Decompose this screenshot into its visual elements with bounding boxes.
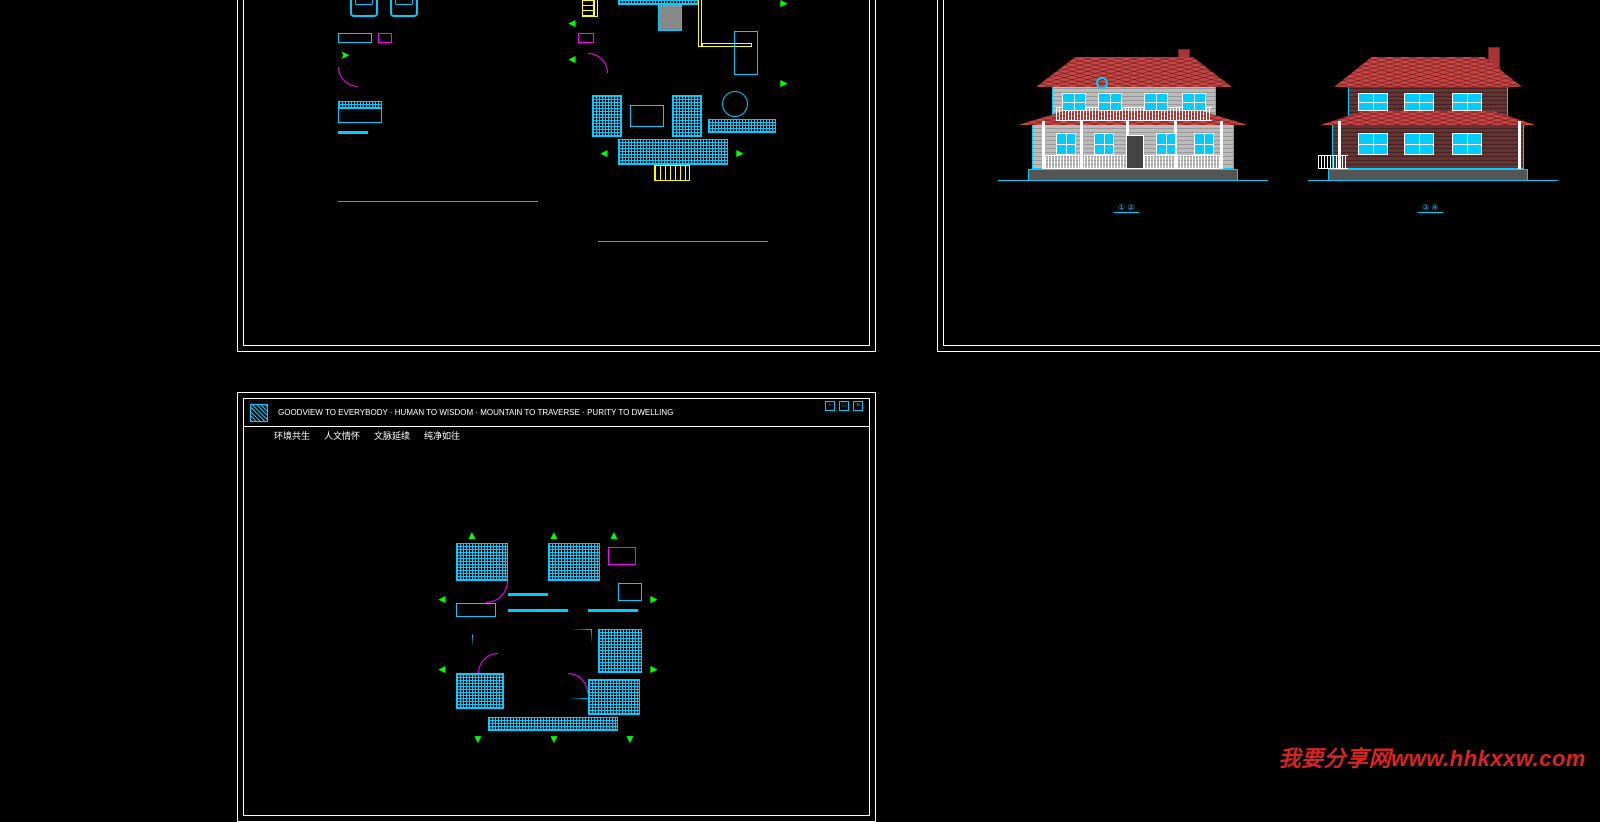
minimize-icon[interactable]: - [825,401,835,411]
foundation [1328,169,1528,181]
fixture [578,33,594,43]
sofa-long [708,119,776,133]
arrow-icon: ► [778,77,790,89]
close-icon[interactable]: × [853,401,863,411]
stair-rail [594,0,598,17]
roof [1036,57,1232,87]
arrow-icon: ▼ [624,733,636,745]
fixture [618,583,642,601]
window [1358,133,1388,155]
arrow-icon: ► [648,593,660,605]
window [1062,93,1086,111]
plan-floor2: ▲ ▲ ▲ ◄ ◄ ► ► ▼ ▼ ▼ [448,533,688,753]
dining-table [734,31,758,75]
closet [608,547,636,565]
balcony [488,717,618,731]
window [1144,93,1168,111]
bed [456,673,504,709]
fixture [378,33,392,43]
arrow-icon: ▼ [548,733,560,745]
wall [338,131,368,134]
arrow-icon: ➤ [340,49,350,61]
arrow-icon: ◄ [598,147,610,159]
stairs-icon [582,0,594,17]
window [1098,93,1122,111]
elevation-front [998,41,1268,181]
logo-icon [250,404,268,422]
door-swing [588,53,608,73]
arrow-icon: ► [734,147,746,159]
sheet-plan-2: GOODVIEW TO EVERYBODY · HUMAN TO WISDOM … [237,392,876,822]
bathroom [598,629,642,673]
ornament-icon [1096,77,1108,89]
column [1518,121,1521,169]
arrow-icon: ◄ [566,17,578,29]
sheet-plan-1: ➤ ◄ ◄ ◄ ► ► ► [237,0,876,352]
nav-item: 人文情怀 [324,429,360,442]
door-swing [338,67,358,87]
cabinet [456,603,496,617]
bed [548,543,600,581]
cabinet [338,101,382,109]
maximize-icon[interactable]: □ [839,401,849,411]
car-icon [390,0,418,17]
window [1452,133,1482,155]
railing [1318,155,1348,169]
watermark-text: 我要分享网www.hhkxxw.com [1279,741,1586,773]
titleblock-nav: 环境共生 人文情怀 文脉延续 纯净如往 [274,429,460,442]
car-icon [350,0,378,17]
foundation [1028,169,1238,181]
counter [338,33,372,43]
elevation-label: ③ ④ [1418,203,1443,213]
arrow-icon: ◄ [436,593,448,605]
nav-item: 环境共生 [274,429,310,442]
bed [456,543,508,581]
window [1182,93,1206,111]
door [1126,135,1144,169]
coffee-table [630,105,664,127]
elevation-side [1308,41,1558,181]
window [1156,133,1176,155]
window [1358,93,1388,111]
dimension-line [338,201,538,202]
plan-right-cluster: ◄ ◄ ◄ ► ► ► [558,0,818,187]
wall [508,593,548,596]
sheet-elevations: ① ② ③ ④ [937,0,1600,352]
arrow-icon: ▲ [466,529,478,541]
arrow-icon: ▲ [608,529,620,541]
stairs-icon [654,165,690,181]
bed [588,679,640,715]
arrow-icon: ► [778,0,790,9]
window [1404,93,1434,111]
window [1452,93,1482,111]
arrow-icon: ◄ [436,663,448,675]
arrow-icon: ▼ [472,733,484,745]
elevation-label: ① ② [1114,203,1139,213]
window-controls: - □ × [825,401,863,411]
arrow-icon: ◄ [566,53,578,65]
window [1194,133,1214,155]
wall [588,609,638,612]
window [1404,133,1434,155]
window [1094,133,1114,155]
wall [508,609,568,612]
nav-item: 文脉延续 [374,429,410,442]
terrace [618,139,728,165]
titleblock: GOODVIEW TO EVERYBODY · HUMAN TO WISDOM … [244,399,869,427]
titleblock-subtitle: GOODVIEW TO EVERYBODY · HUMAN TO WISDOM … [278,408,863,417]
dimension-line [598,241,768,242]
partition [698,0,702,47]
sofa [592,95,622,137]
door-swing [486,581,508,603]
round-table [722,91,748,117]
window [1056,133,1076,155]
arrow-icon: ► [648,663,660,675]
nav-item: 纯净如往 [424,429,460,442]
plan-left-cluster: ➤ [338,0,518,171]
sofa [672,95,702,137]
appliance [658,5,682,31]
arrow-icon: ▲ [548,529,560,541]
